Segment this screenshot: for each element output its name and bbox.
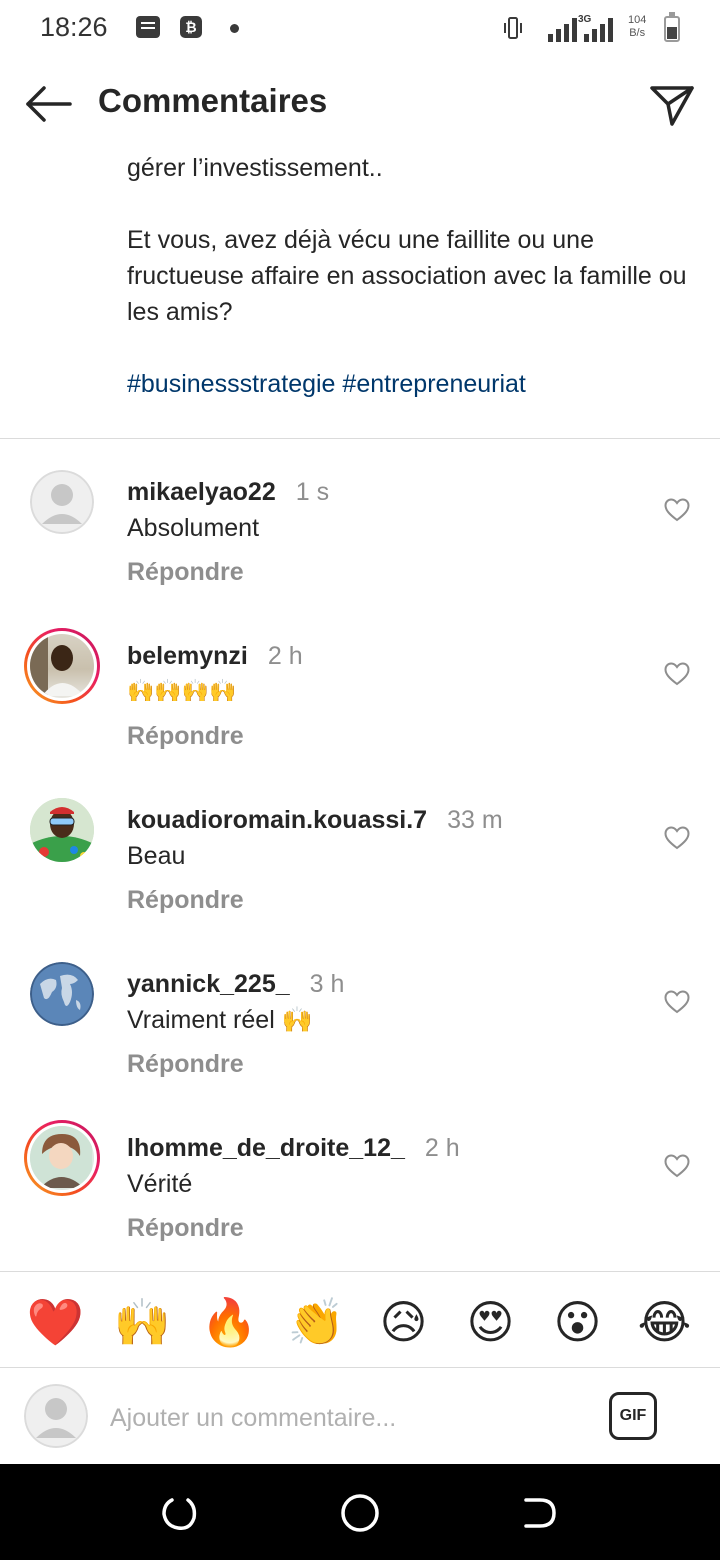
divider [0,438,720,439]
like-heart-icon[interactable] [664,990,690,1014]
comment-username[interactable]: kouadioromain.kouassi.7 33 m [127,806,503,835]
avatar[interactable] [30,962,94,1026]
hashtag-link[interactable]: #businessstrategie [127,370,335,398]
quick-reactions-bar: ❤️ 🙌 🔥 👏 😥 😍 😮 😂 [0,1290,720,1354]
hashtag-link[interactable]: #entrepreneuriat [342,370,525,398]
status-time: 18:26 [40,12,108,42]
divider [0,1271,720,1272]
signal-icon [584,18,628,42]
back-icon[interactable] [518,1492,560,1534]
comment-time: 1 s [295,478,330,506]
emoji-raising-hands[interactable]: 🙌 [111,1290,175,1354]
network-speed: 104 B/s [628,14,647,39]
avatar[interactable] [24,628,100,704]
avatar[interactable] [30,798,94,862]
emoji-tears-of-joy[interactable]: 😂 [633,1290,697,1354]
my-avatar [24,1384,88,1448]
emoji-heart-eyes[interactable]: 😍 [459,1290,523,1354]
comment-text: Vraiment réel 🙌 [127,1006,313,1034]
comment-item: kouadioromain.kouassi.7 33 m Beau Répondr… [0,788,720,928]
comment-username[interactable]: lhomme_de_droite_12_ 2 h [127,1134,460,1163]
page-title: Commentaires [98,82,328,119]
comment-text: 🙌🙌🙌🙌 [127,678,237,703]
comment-username[interactable]: mikaelyao22 1 s [127,478,329,507]
reply-button[interactable]: Répondre [127,722,244,751]
reply-button[interactable]: Répondre [127,1214,244,1243]
emoji-surprised-face[interactable]: 😮 [546,1290,610,1354]
add-comment-row: GIF [0,1380,720,1456]
comment-time: 2 h [424,1134,460,1162]
comment-time: 2 h [267,642,303,670]
comment-item: lhomme_de_droite_12_ 2 h Vérité Répondre [0,1116,720,1256]
caption-line: gérer l’investissement.. [127,154,383,182]
gif-button[interactable]: GIF [609,1392,657,1440]
emoji-clapping-hands[interactable]: 👏 [285,1290,349,1354]
home-icon[interactable] [339,1492,381,1534]
system-navigation-bar [0,1464,720,1560]
reply-button[interactable]: Répondre [127,558,244,587]
comment-text: Beau [127,842,186,870]
comment-text: Absolument [127,514,260,542]
like-heart-icon[interactable] [664,662,690,686]
avatar[interactable] [24,1120,100,1196]
back-arrow-icon[interactable] [22,80,74,128]
comment-item: mikaelyao22 1 s Absolument Répondre [0,460,720,600]
emoji-sad-face[interactable]: 😥 [372,1290,436,1354]
comment-input[interactable] [110,1398,590,1438]
vibrate-icon [504,17,522,39]
comment-username[interactable]: belemynzi 2 h [127,642,303,671]
header: Commentaires [0,66,720,142]
comment-time: 3 h [309,970,345,998]
emoji-fire[interactable]: 🔥 [198,1290,262,1354]
like-heart-icon[interactable] [664,826,690,850]
comment-username[interactable]: yannick_225_ 3 h [127,970,344,999]
battery-icon [664,12,680,42]
reply-button[interactable]: Répondre [127,1050,244,1079]
bitcoin-notification-icon: ₿ [180,16,202,38]
caption-question: Et vous, avez déjà vécu une faillite ou … [127,226,687,326]
comment-time: 33 m [447,806,503,834]
comment-text: Vérité [127,1170,193,1198]
status-bar: 18:26 ₿ 3G 104 B/s [0,0,720,60]
like-heart-icon[interactable] [664,498,690,522]
comment-item: belemynzi 2 h 🙌🙌🙌🙌 Répondre [0,624,720,764]
more-notifications-dot-icon [230,24,239,33]
avatar[interactable] [30,470,94,534]
divider [0,1367,720,1368]
like-heart-icon[interactable] [664,1154,690,1178]
share-send-icon[interactable] [646,78,698,130]
message-notification-icon [136,16,160,38]
comment-item: yannick_225_ 3 h Vraiment réel 🙌 Répondre [0,952,720,1092]
reply-button[interactable]: Répondre [127,886,244,915]
recent-apps-icon[interactable] [158,1492,200,1534]
post-caption: gérer l’investissement.. Et vous, avez d… [127,150,687,402]
emoji-red-heart[interactable]: ❤️ [24,1290,88,1354]
